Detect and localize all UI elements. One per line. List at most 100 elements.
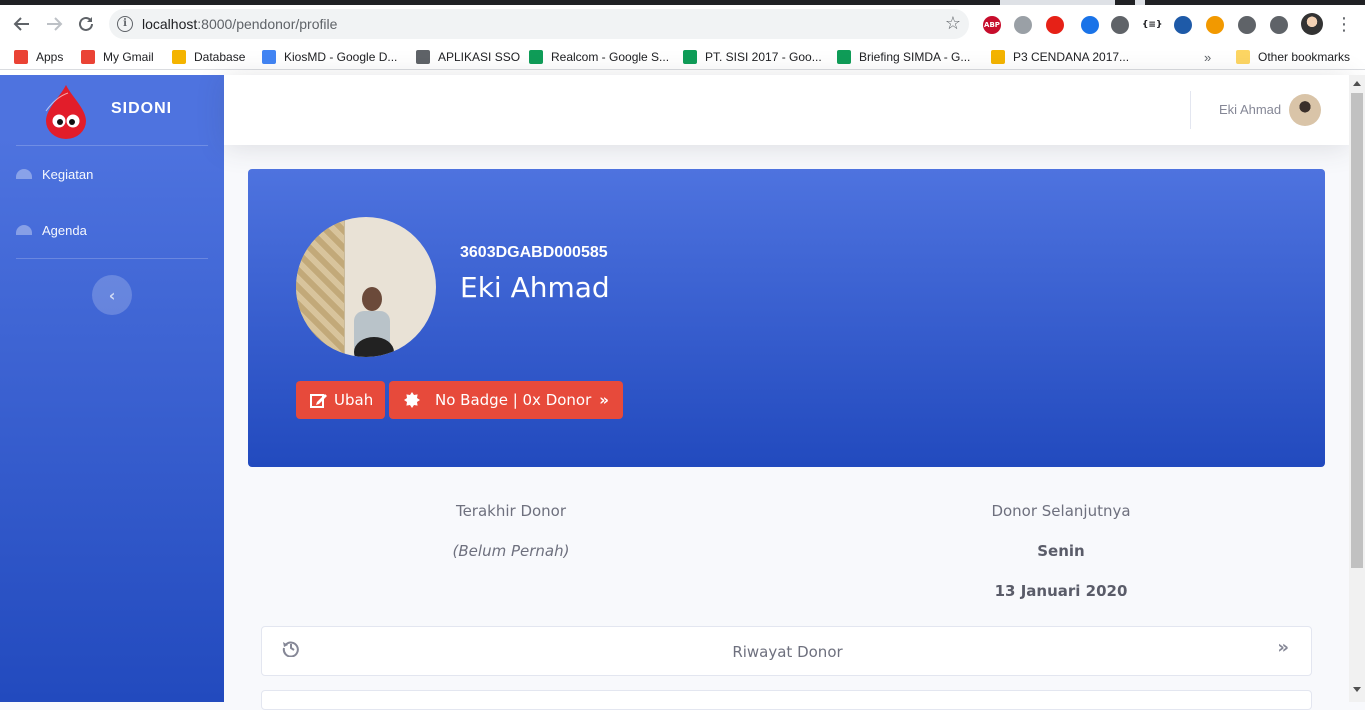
user-name[interactable]: Eki Ahmad <box>1219 102 1281 117</box>
chevron-left-icon: ‹ <box>108 285 116 305</box>
bookmarks-bar: Apps My Gmail Database KiosMD - Google D...… <box>0 43 1365 70</box>
bookmark-label: My Gmail <box>103 50 154 64</box>
main-content: Eki Ahmad 3603DGABD000585 Eki Ahmad Ubah <box>224 75 1349 710</box>
last-donor-label: Terakhir Donor <box>455 502 567 520</box>
double-chevron-right-icon: » <box>1277 637 1289 658</box>
puzzle-icon[interactable] <box>1270 16 1288 34</box>
bookmark-star-icon[interactable]: ☆ <box>945 13 961 34</box>
pen-icon[interactable] <box>1081 16 1099 34</box>
bookmark-item[interactable]: Apps <box>14 48 63 66</box>
next-card <box>261 690 1312 710</box>
sidebar-item-kegiatan[interactable]: Kegiatan <box>16 159 208 189</box>
info-icon[interactable]: i <box>117 16 133 32</box>
sidebar-toggle-button[interactable]: ‹ <box>92 275 132 315</box>
bookmark-item[interactable]: P3 CENDANA 2017... <box>991 48 1129 66</box>
profile-photo <box>296 217 436 357</box>
sidebar-item-label: Agenda <box>42 222 87 238</box>
scroll-up-arrow-icon[interactable] <box>1353 81 1361 86</box>
sidebar-divider <box>16 145 208 146</box>
bookmark-icon <box>81 50 95 64</box>
sidebar-brand[interactable]: SIDONI <box>0 75 224 145</box>
photo-person-head <box>362 287 382 311</box>
other-bookmarks-folder[interactable]: Other bookmarks <box>1236 48 1350 66</box>
url-text[interactable]: localhost:8000/pendonor/profile <box>142 16 337 32</box>
profile-avatar-icon[interactable] <box>1301 13 1323 35</box>
bookmark-label: Apps <box>36 50 64 64</box>
url-host: localhost <box>142 16 198 32</box>
bookmark-label: Database <box>194 50 246 64</box>
double-chevron-right-icon: » <box>599 391 609 409</box>
bookmark-item[interactable]: APLIKASI SSO <box>416 48 520 66</box>
bookmark-item[interactable]: Realcom - Google S... <box>529 48 669 66</box>
forward-icon[interactable] <box>42 12 66 36</box>
scroll-down-arrow-icon[interactable] <box>1353 687 1361 692</box>
dashboard-gauge-icon <box>16 169 32 179</box>
edit-profile-button[interactable]: Ubah <box>296 381 385 419</box>
brand-name: SIDONI <box>111 100 173 117</box>
sidebar-item-agenda[interactable]: Agenda <box>16 215 208 245</box>
folder-icon <box>1236 50 1250 64</box>
topbar-divider <box>1190 91 1191 129</box>
toolbox-icon[interactable] <box>1174 16 1192 34</box>
topbar: Eki Ahmad <box>224 75 1349 145</box>
next-donor-label: Donor Selanjutnya <box>991 502 1131 520</box>
bookmark-icon <box>837 50 851 64</box>
sidebar: SIDONI Kegiatan Agenda ‹ <box>0 75 224 702</box>
other-bookmarks-label: Other bookmarks <box>1258 50 1351 64</box>
bookmark-icon <box>991 50 1005 64</box>
bookmark-icon <box>172 50 186 64</box>
dashboard-gauge-icon <box>16 225 32 235</box>
more-bookmarks-button[interactable]: » <box>1204 48 1211 66</box>
address-bar[interactable]: i localhost:8000/pendonor/profile ☆ <box>109 9 969 39</box>
bookmark-icon <box>14 50 28 64</box>
edit-icon <box>310 394 327 408</box>
scrollbar-thumb[interactable] <box>1351 93 1363 568</box>
certificate-icon <box>404 392 420 408</box>
reload-icon[interactable] <box>74 12 98 36</box>
profile-name: Eki Ahmad <box>460 271 610 304</box>
back-icon[interactable] <box>10 12 34 36</box>
globe-icon[interactable] <box>1014 16 1032 34</box>
bookmark-label: KiosMD - Google D... <box>284 50 398 64</box>
adblock-icon[interactable]: ABP <box>983 16 1001 34</box>
cast-icon[interactable] <box>1238 16 1256 34</box>
bookmark-label: P3 CENDANA 2017... <box>1013 50 1130 64</box>
blood-drop-logo-icon <box>45 85 86 139</box>
browser-chrome: i localhost:8000/pendonor/profile ☆ ABP {… <box>0 0 1365 75</box>
edit-button-label: Ubah <box>334 391 374 409</box>
bookmark-label: Briefing SIMDA - G... <box>859 50 971 64</box>
badge-button-label: No Badge | 0x Donor <box>435 391 592 409</box>
donor-code: 3603DGABD000585 <box>460 244 608 261</box>
user-avatar[interactable] <box>1289 94 1321 126</box>
sidebar-divider <box>16 258 208 259</box>
next-donor-day: Senin <box>1037 542 1085 560</box>
json-icon[interactable]: {≡} <box>1142 16 1162 34</box>
bookmark-icon <box>683 50 697 64</box>
bookmark-item[interactable]: Database <box>172 48 245 66</box>
last-donor-value: (Belum Pernah) <box>452 542 570 560</box>
url-path: :8000/pendonor/profile <box>197 16 338 32</box>
app: SIDONI Kegiatan Agenda ‹ Eki Ahmad 3603D… <box>0 75 1365 710</box>
bookmark-item[interactable]: KiosMD - Google D... <box>262 48 397 66</box>
bookmark-icon <box>262 50 276 64</box>
bookmark-item[interactable]: Briefing SIMDA - G... <box>837 48 970 66</box>
photo-background <box>296 217 344 357</box>
bookmark-icon <box>416 50 430 64</box>
profile-hero-card: 3603DGABD000585 Eki Ahmad Ubah No Badge … <box>248 169 1325 467</box>
page-scrollbar[interactable] <box>1349 75 1365 702</box>
vue-icon[interactable] <box>1111 16 1129 34</box>
bookmark-label: Realcom - Google S... <box>551 50 670 64</box>
donor-history-title: Riwayat Donor <box>732 643 843 661</box>
bookmark-label: APLIKASI SSO <box>438 50 521 64</box>
address-row: i localhost:8000/pendonor/profile ☆ ABP {… <box>0 5 1365 43</box>
bookmark-icon <box>529 50 543 64</box>
badge-button[interactable]: No Badge | 0x Donor » <box>389 381 623 419</box>
bookmark-item[interactable]: My Gmail <box>81 48 154 66</box>
bookmark-item[interactable]: PT. SISI 2017 - Goo... <box>683 48 822 66</box>
next-donor-date: 13 Januari 2020 <box>994 582 1128 600</box>
chrome-menu-icon[interactable]: ⋮ <box>1332 12 1356 36</box>
sidebar-item-label: Kegiatan <box>42 166 94 182</box>
grid-icon[interactable] <box>1206 16 1224 34</box>
play-icon[interactable] <box>1046 16 1064 34</box>
donor-history-card[interactable]: Riwayat Donor » <box>261 626 1312 676</box>
